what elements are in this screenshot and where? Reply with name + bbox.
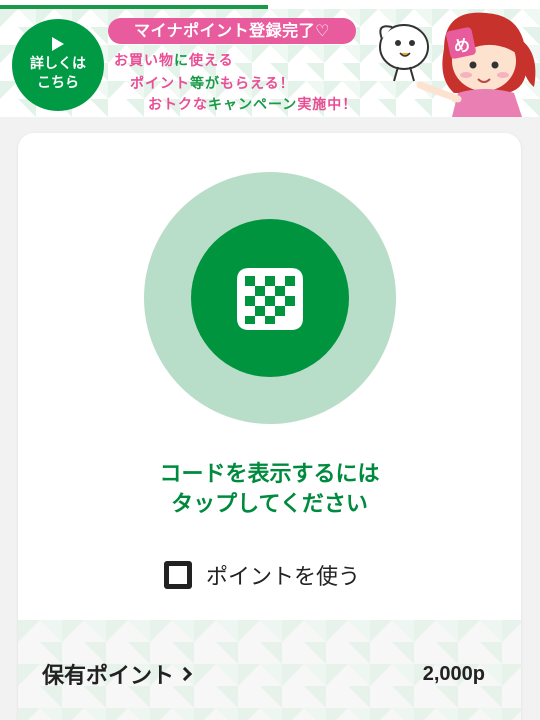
mascot-illustration: め	[379, 12, 536, 117]
banner-line-2-segment: ポイント	[130, 76, 190, 92]
details-button[interactable]: 詳しくは こちら	[12, 19, 104, 111]
banner-line-1: お買い物に使える	[114, 50, 234, 70]
show-code-prompt-line: タップしてください	[171, 492, 368, 517]
banner-line-3-segment: おトクな	[148, 97, 208, 113]
banner-line-2-segment: もらえる！	[220, 76, 295, 92]
banner-line-1-segment: お買い物	[114, 53, 174, 69]
mascot-badge-text: め	[454, 36, 470, 55]
banner-line-2: ポイント等がもらえる！	[130, 73, 295, 93]
campaign-banner[interactable]: 詳しくは こちら マイナポイント登録完了♡ お買い物に使える ポイント等がもらえ…	[0, 9, 540, 117]
banner-line-3-segment: 実施中！	[297, 97, 358, 113]
points-balance-link[interactable]: 保有ポイント	[42, 659, 193, 689]
payment-card: コードを表示するには タップしてください ポイントを使う 保有ポイント 2,00…	[18, 133, 521, 720]
app-screen: 詳しくは こちら マイナポイント登録完了♡ お買い物に使える ポイント等がもらえ…	[0, 0, 540, 720]
banner-line-3-segment: キャンペーン	[208, 97, 298, 113]
registration-complete-badge: マイナポイント登録完了♡	[108, 18, 356, 44]
show-code-prompt[interactable]: コードを表示するには タップしてください	[18, 460, 521, 520]
banner-line-1-segment: に	[174, 53, 189, 69]
use-points-checkbox[interactable]	[164, 561, 192, 589]
points-balance-bar[interactable]: 保有ポイント 2,000p	[18, 620, 521, 720]
code-icon	[237, 268, 303, 330]
use-points-checkbox-row[interactable]: ポイントを使う	[164, 561, 361, 590]
banner-line-3: おトクなキャンペーン実施中！	[148, 94, 357, 114]
points-balance-label: 保有ポイント	[42, 664, 175, 689]
use-points-label: ポイントを使う	[206, 565, 361, 590]
progress-line	[0, 0, 540, 9]
points-balance-value: 2,000p	[422, 663, 485, 685]
show-code-prompt-line: コードを表示するには	[159, 462, 380, 487]
play-icon	[52, 37, 64, 51]
banner-line-1-segment: 使える	[189, 53, 234, 69]
chevron-right-icon	[177, 666, 193, 682]
details-label: 詳しくは こちら	[30, 56, 86, 91]
banner-line-2-segment: 等が	[190, 76, 220, 92]
